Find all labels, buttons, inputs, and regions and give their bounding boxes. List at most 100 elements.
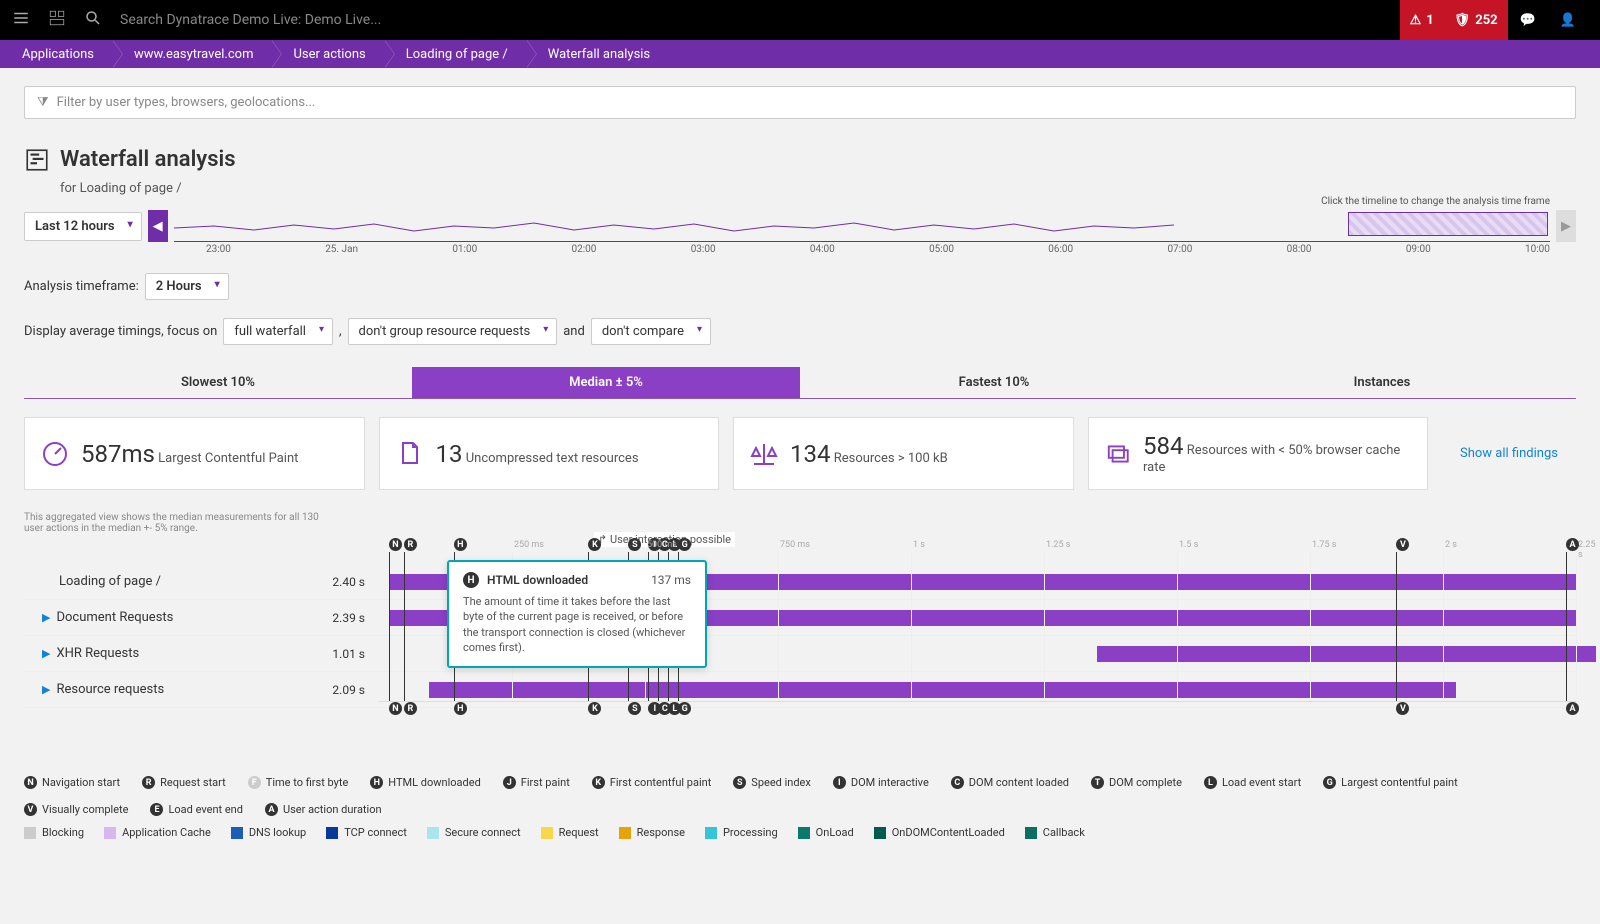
page-title: Waterfall analysis xyxy=(60,147,236,172)
marker-K[interactable]: K xyxy=(588,702,601,715)
dashboard-icon[interactable] xyxy=(48,9,66,31)
and-label: and xyxy=(563,324,585,339)
phase-legend-item: AUser action duration xyxy=(265,803,382,816)
tooltip: H HTML downloaded 137 ms The amount of t… xyxy=(447,560,707,668)
filter-input[interactable]: ⧩ Filter by user types, browsers, geoloc… xyxy=(24,86,1576,119)
page-subtitle: for Loading of page / xyxy=(60,181,1576,196)
phase-legend-item: RRequest start xyxy=(142,776,226,789)
color-legend-item: OnLoad xyxy=(798,826,854,839)
alert-icon: ⚠ xyxy=(1410,13,1422,28)
metrics-row: 587ms Largest Contentful Paint13 Uncompr… xyxy=(24,417,1576,490)
phase-legend-item: ELoad event end xyxy=(150,803,242,816)
breadcrumb-item[interactable]: Applications xyxy=(0,40,112,68)
phase-legend-item: NNavigation start xyxy=(24,776,120,789)
marker-N[interactable]: N xyxy=(389,702,402,715)
marker-V[interactable]: V xyxy=(1396,702,1409,715)
menu-icon[interactable] xyxy=(12,9,30,31)
waterfall-icon xyxy=(24,147,50,177)
waterfall-row[interactable]: ▶XHR Requests1.01 s xyxy=(24,636,1576,672)
chevron-right-icon: ▶ xyxy=(42,683,50,696)
metric-card[interactable]: 587ms Largest Contentful Paint xyxy=(24,417,365,490)
waterfall-row[interactable]: Loading of page /2.40 s xyxy=(24,564,1576,600)
compare-select[interactable]: don't compare xyxy=(591,318,711,345)
chat-icon[interactable]: 💬 xyxy=(1508,0,1548,40)
timeline-prev-button[interactable]: ◀ xyxy=(148,210,168,242)
phase-legend-item: KFirst contentful paint xyxy=(592,776,712,789)
marker-A[interactable]: A xyxy=(1566,702,1579,715)
marker-H[interactable]: H xyxy=(454,538,467,551)
marker-R[interactable]: R xyxy=(404,702,417,715)
color-legend-item: Blocking xyxy=(24,826,84,839)
chevron-right-icon: ▶ xyxy=(42,647,50,660)
focus-select[interactable]: full waterfall xyxy=(223,318,333,345)
alert-badge[interactable]: ⚠ 1 xyxy=(1400,0,1444,40)
breadcrumb: Applicationswww.easytravel.comUser actio… xyxy=(0,40,1600,68)
breadcrumb-item[interactable]: Loading of page / xyxy=(384,40,526,68)
chevron-right-icon: ▶ xyxy=(42,611,50,624)
phase-legend-item: TDOM complete xyxy=(1091,776,1182,789)
metric-card[interactable]: 13 Uncompressed text resources xyxy=(379,417,720,490)
tab[interactable]: Slowest 10% xyxy=(24,367,412,398)
color-legend-item: Secure connect xyxy=(427,826,521,839)
display-label: Display average timings, focus on xyxy=(24,324,217,339)
waterfall-grid: Loading of page /2.40 s▶Document Request… xyxy=(379,552,1576,702)
show-findings-link[interactable]: Show all findings xyxy=(1442,436,1576,471)
breadcrumb-item[interactable]: User actions xyxy=(271,40,383,68)
shield-count: 252 xyxy=(1475,13,1497,28)
phase-legend-item: VVisually complete xyxy=(24,803,128,816)
marker-G[interactable]: G xyxy=(678,702,691,715)
user-icon[interactable]: 👤 xyxy=(1548,0,1588,40)
metric-card[interactable]: 134 Resources > 100 kB xyxy=(733,417,1074,490)
phase-legend-item: JFirst paint xyxy=(503,776,570,789)
color-legend-item: Response xyxy=(619,826,685,839)
phase-legend-item: HHTML downloaded xyxy=(370,776,481,789)
analysis-timeframe-label: Analysis timeframe: xyxy=(24,279,139,294)
shield-icon: 🛡 xyxy=(1454,13,1471,28)
timeline-hint: Click the timeline to change the analysi… xyxy=(1321,196,1550,207)
search-input[interactable]: Search Dynatrace Demo Live: Demo Live... xyxy=(120,12,381,28)
aggregate-note: This aggregated view shows the median me… xyxy=(24,512,324,534)
alert-count: 1 xyxy=(1426,13,1433,28)
phase-legend-item: GLargest contentful paint xyxy=(1323,776,1458,789)
tab[interactable]: Median ± 5% xyxy=(412,367,800,398)
separator: , xyxy=(339,324,342,339)
timeline-ticks: 23:0025. Jan01:0002:0003:0004:0005:0006:… xyxy=(204,244,1552,255)
topbar: Search Dynatrace Demo Live: Demo Live...… xyxy=(0,0,1600,40)
marker-N[interactable]: N xyxy=(389,538,402,551)
marker-R[interactable]: R xyxy=(404,538,417,551)
tooltip-title: HTML downloaded xyxy=(487,573,643,587)
shield-badge[interactable]: 🛡 252 xyxy=(1444,0,1508,40)
phase-legend-item: IDOM interactive xyxy=(833,776,929,789)
color-legend-item: Request xyxy=(541,826,599,839)
timeframe-select[interactable]: Last 12 hours xyxy=(24,212,142,241)
tab[interactable]: Instances xyxy=(1188,367,1576,398)
marker-H[interactable]: H xyxy=(454,702,467,715)
tooltip-time: 137 ms xyxy=(651,573,691,587)
phase-legend: NNavigation start RRequest start FTime to … xyxy=(24,776,1576,816)
timeline-next-button[interactable]: ▶ xyxy=(1556,210,1576,242)
marker-K[interactable]: K xyxy=(588,538,601,551)
markers-top: NRHKSICLGVA xyxy=(379,538,1576,552)
tab[interactable]: Fastest 10% xyxy=(800,367,1188,398)
waterfall-row[interactable]: ▶Document Requests2.39 s xyxy=(24,600,1576,636)
marker-S[interactable]: S xyxy=(628,538,641,551)
color-legend-item: Processing xyxy=(705,826,778,839)
search-icon[interactable] xyxy=(84,9,102,31)
marker-V[interactable]: V xyxy=(1396,538,1409,551)
analysis-timeframe-select[interactable]: 2 Hours xyxy=(145,273,229,300)
group-select[interactable]: don't group resource requests xyxy=(348,318,558,345)
color-legend-item: Callback xyxy=(1025,826,1085,839)
marker-S[interactable]: S xyxy=(628,702,641,715)
metric-card[interactable]: 584 Resources with < 50% browser cache r… xyxy=(1088,417,1429,490)
phase-legend-item: LLoad event start xyxy=(1204,776,1301,789)
timeline-selection[interactable] xyxy=(1348,212,1548,236)
tabs: Slowest 10%Median ± 5%Fastest 10%Instanc… xyxy=(24,367,1576,399)
markers-bot: NRHKSICLGVA xyxy=(379,702,1576,716)
filter-icon: ⧩ xyxy=(37,95,49,110)
marker-G[interactable]: G xyxy=(678,538,691,551)
timeline-chart[interactable]: Click the timeline to change the analysi… xyxy=(174,210,1550,242)
breadcrumb-item[interactable]: Waterfall analysis xyxy=(526,40,668,68)
phase-legend-item: FTime to first byte xyxy=(248,776,349,789)
filter-placeholder: Filter by user types, browsers, geolocat… xyxy=(57,95,316,110)
breadcrumb-item[interactable]: www.easytravel.com xyxy=(112,40,271,68)
